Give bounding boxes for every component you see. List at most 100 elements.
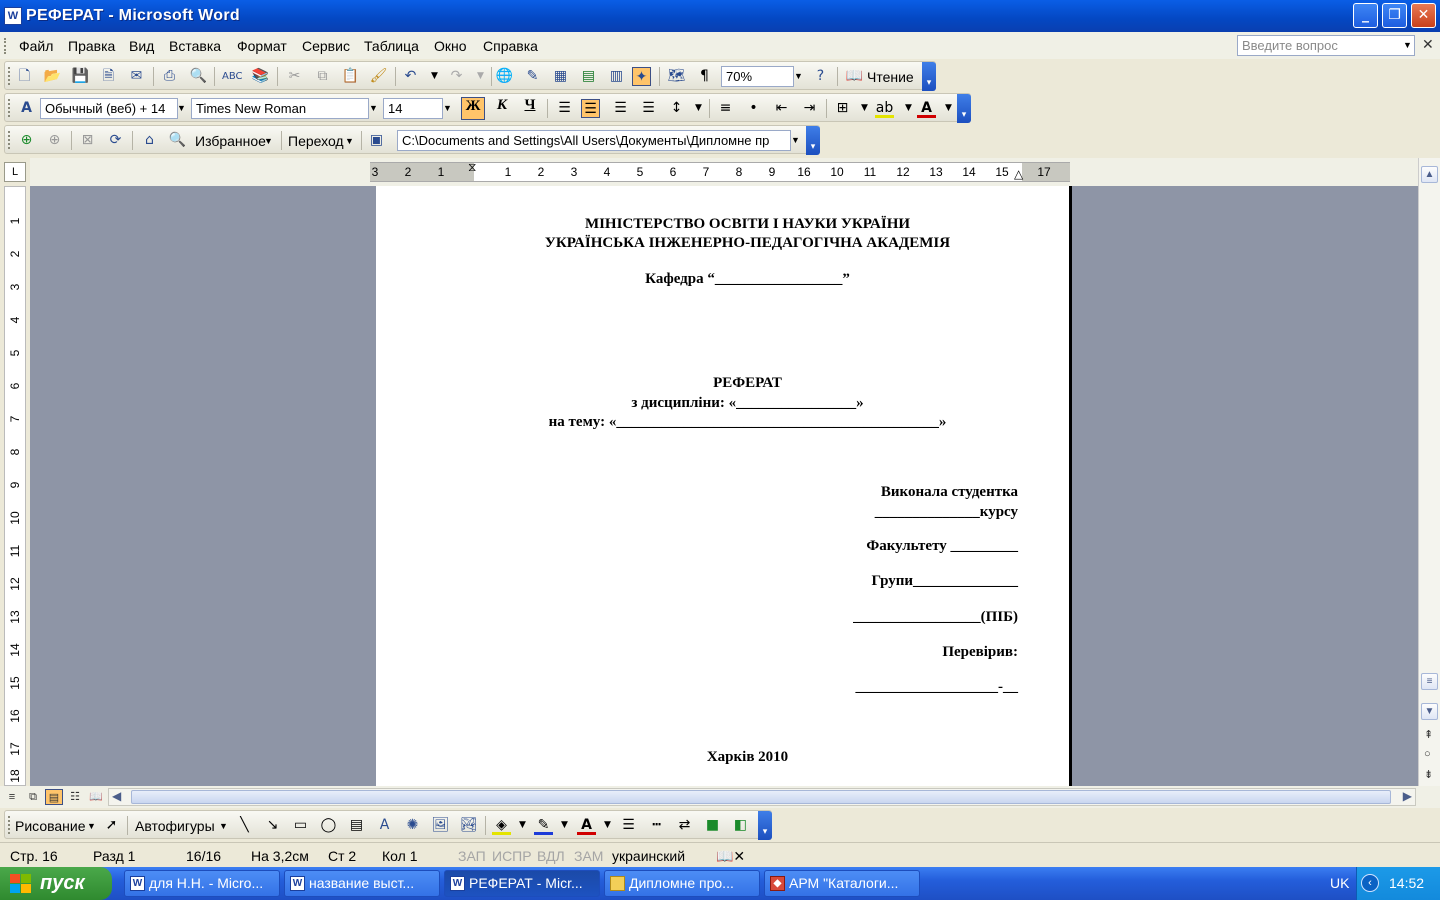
new-document-icon[interactable]: 🗋 <box>15 67 34 86</box>
taskbar-item-active[interactable]: W РЕФЕРАТ - Micr... <box>444 870 600 897</box>
web-view-icon[interactable]: ⧉ <box>24 789 42 805</box>
scroll-left-icon[interactable]: ◀ <box>112 789 121 803</box>
fill-color-dropdown-icon[interactable]: ▼ <box>513 816 532 835</box>
taskbar-item[interactable]: ▭ Дипломне про... <box>604 870 760 897</box>
autoshapes-menu[interactable]: Автофигуры <box>135 818 215 834</box>
select-browse-object-icon[interactable]: ○ <box>1424 748 1431 760</box>
previous-page-icon[interactable]: ⇞ <box>1424 728 1433 741</box>
horizontal-scrollbar[interactable]: ◀ ▶ <box>108 788 1416 806</box>
menu-view[interactable]: Вид <box>129 38 154 54</box>
email-icon[interactable]: ✉ <box>127 67 146 86</box>
print-preview-icon[interactable]: 🔍 <box>189 67 208 86</box>
vertical-ruler[interactable]: 1 2 3 4 5 6 7 8 9 10 11 12 13 14 15 16 1… <box>4 186 26 786</box>
numbering-icon[interactable]: ≡ <box>716 99 735 118</box>
show-formatting-icon[interactable]: ¶ <box>695 67 714 86</box>
restore-button[interactable]: ❐ <box>1382 3 1407 28</box>
zoom-dropdown-arrow-icon[interactable]: ▼ <box>792 66 805 87</box>
scroll-right-icon[interactable]: ▶ <box>1403 789 1412 803</box>
language-indicator[interactable]: UK <box>1330 875 1349 891</box>
fill-color-icon[interactable]: ◈ <box>492 816 511 835</box>
insert-table-icon[interactable]: ▦ <box>551 67 570 86</box>
word-app-icon[interactable]: W <box>4 7 22 25</box>
taskbar-item[interactable]: W название выст... <box>284 870 440 897</box>
next-page-icon[interactable]: ⇟ <box>1424 768 1433 781</box>
title-bar[interactable]: W РЕФЕРАТ - Microsoft Word _ ❐ ✕ <box>0 0 1440 32</box>
toolbar-grip[interactable] <box>8 131 11 149</box>
toolbar-grip[interactable] <box>8 99 11 117</box>
favorites-dropdown-icon[interactable]: ▼ <box>264 136 273 146</box>
start-button[interactable]: пуск <box>0 867 112 900</box>
normal-view-icon[interactable]: ≡ <box>3 789 21 805</box>
show-only-web-toolbar-icon[interactable]: ▣ <box>367 131 386 150</box>
right-indent-icon[interactable]: △ <box>1014 167 1023 181</box>
clip-art-icon[interactable]: 🖼 <box>431 816 450 835</box>
menu-tools[interactable]: Сервис <box>302 38 350 54</box>
highlight-dropdown-icon[interactable]: ▼ <box>899 99 918 118</box>
line-color-dropdown-icon[interactable]: ▼ <box>555 816 574 835</box>
status-record[interactable]: ЗАП <box>458 848 486 864</box>
line-spacing-icon[interactable]: ↕ <box>667 99 686 118</box>
copy-icon[interactable]: ⧉ <box>313 67 332 86</box>
font-size-combo[interactable]: 14 <box>383 98 443 119</box>
vertical-scrollbar[interactable]: ▲ ≡ ▼ ⇞ ○ ⇟ <box>1418 158 1440 786</box>
forward-icon[interactable]: ⊕ <box>45 131 64 150</box>
status-overtype[interactable]: ЗАМ <box>574 848 603 864</box>
help-icon[interactable]: ? <box>811 67 830 86</box>
cut-icon[interactable]: ✂ <box>285 67 304 86</box>
document-map-icon[interactable]: 🗺 <box>667 67 686 86</box>
toolbar-grip[interactable] <box>8 67 11 85</box>
home-icon[interactable]: ⌂ <box>140 131 159 150</box>
insert-excel-icon[interactable]: ▤ <box>579 67 598 86</box>
style-dropdown-arrow-icon[interactable]: ▼ <box>175 98 188 119</box>
close-button[interactable]: ✕ <box>1411 3 1436 28</box>
font-combo[interactable]: Times New Roman <box>191 98 369 119</box>
help-question-input[interactable]: Введите вопрос <box>1237 35 1415 56</box>
go-dropdown-icon[interactable]: ▼ <box>345 136 354 146</box>
drawing-dropdown-icon[interactable]: ▼ <box>87 821 96 831</box>
first-line-indent-icon[interactable]: ⧖ <box>468 160 476 175</box>
address-dropdown-arrow-icon[interactable]: ▼ <box>789 130 802 151</box>
paste-icon[interactable]: 📋 <box>341 67 360 86</box>
borders-dropdown-icon[interactable]: ▼ <box>855 99 874 118</box>
toolbar-options-icon[interactable]: ▾ <box>957 94 971 123</box>
font-dropdown-arrow-icon[interactable]: ▼ <box>367 98 380 119</box>
permission-icon[interactable]: 🗎 <box>99 67 118 86</box>
font-color-draw-icon[interactable]: A <box>577 816 596 835</box>
style-combo[interactable]: Обычный (веб) + 14 <box>40 98 178 119</box>
dash-style-icon[interactable]: ┅ <box>647 816 666 835</box>
reading-label[interactable]: Чтение <box>867 69 914 85</box>
line-spacing-dropdown-icon[interactable]: ▼ <box>689 99 708 118</box>
menu-edit[interactable]: Правка <box>68 38 115 54</box>
italic-button[interactable]: К <box>490 97 514 120</box>
hyperlink-icon[interactable]: 🌐 <box>495 67 514 86</box>
save-icon[interactable]: 💾 <box>71 67 90 86</box>
address-input[interactable]: C:\Documents and Settings\All Users\Доку… <box>397 130 791 151</box>
styles-pane-icon[interactable]: A <box>17 99 36 118</box>
menu-format[interactable]: Формат <box>237 38 287 54</box>
scroll-thumb[interactable]: ≡ <box>1421 673 1438 690</box>
toolbar-options-icon[interactable]: ▾ <box>922 62 936 91</box>
go-menu[interactable]: Переход <box>288 133 344 149</box>
justify-icon[interactable]: ☰ <box>639 99 658 118</box>
menu-window[interactable]: Окно <box>434 38 467 54</box>
align-right-icon[interactable]: ☰ <box>611 99 630 118</box>
spelling-icon[interactable]: ABC <box>222 67 243 86</box>
taskbar-item[interactable]: ◆ АРМ "Каталоги... <box>764 870 920 897</box>
undo-dropdown-icon[interactable]: ▼ <box>425 67 444 86</box>
zoom-combo[interactable]: 70% <box>721 66 794 87</box>
wordart-icon[interactable]: A <box>375 816 394 835</box>
tab-selector[interactable]: L <box>4 162 26 182</box>
refresh-icon[interactable]: ⟳ <box>106 131 125 150</box>
rectangle-icon[interactable]: ▭ <box>291 816 310 835</box>
menu-table[interactable]: Таблица <box>364 38 419 54</box>
bold-button[interactable]: Ж <box>461 97 485 120</box>
autoshapes-dropdown-icon[interactable]: ▼ <box>219 821 228 831</box>
reading-icon[interactable]: 📖 <box>845 67 864 86</box>
line-icon[interactable]: ╲ <box>235 816 254 835</box>
decrease-indent-icon[interactable]: ⇤ <box>772 99 791 118</box>
taskbar-item[interactable]: W для Н.Н. - Micro... <box>124 870 280 897</box>
select-objects-icon[interactable]: ➚ <box>102 816 121 835</box>
increase-indent-icon[interactable]: ⇥ <box>800 99 819 118</box>
tables-borders-icon[interactable]: ✎ <box>523 67 542 86</box>
font-size-dropdown-arrow-icon[interactable]: ▼ <box>441 98 454 119</box>
